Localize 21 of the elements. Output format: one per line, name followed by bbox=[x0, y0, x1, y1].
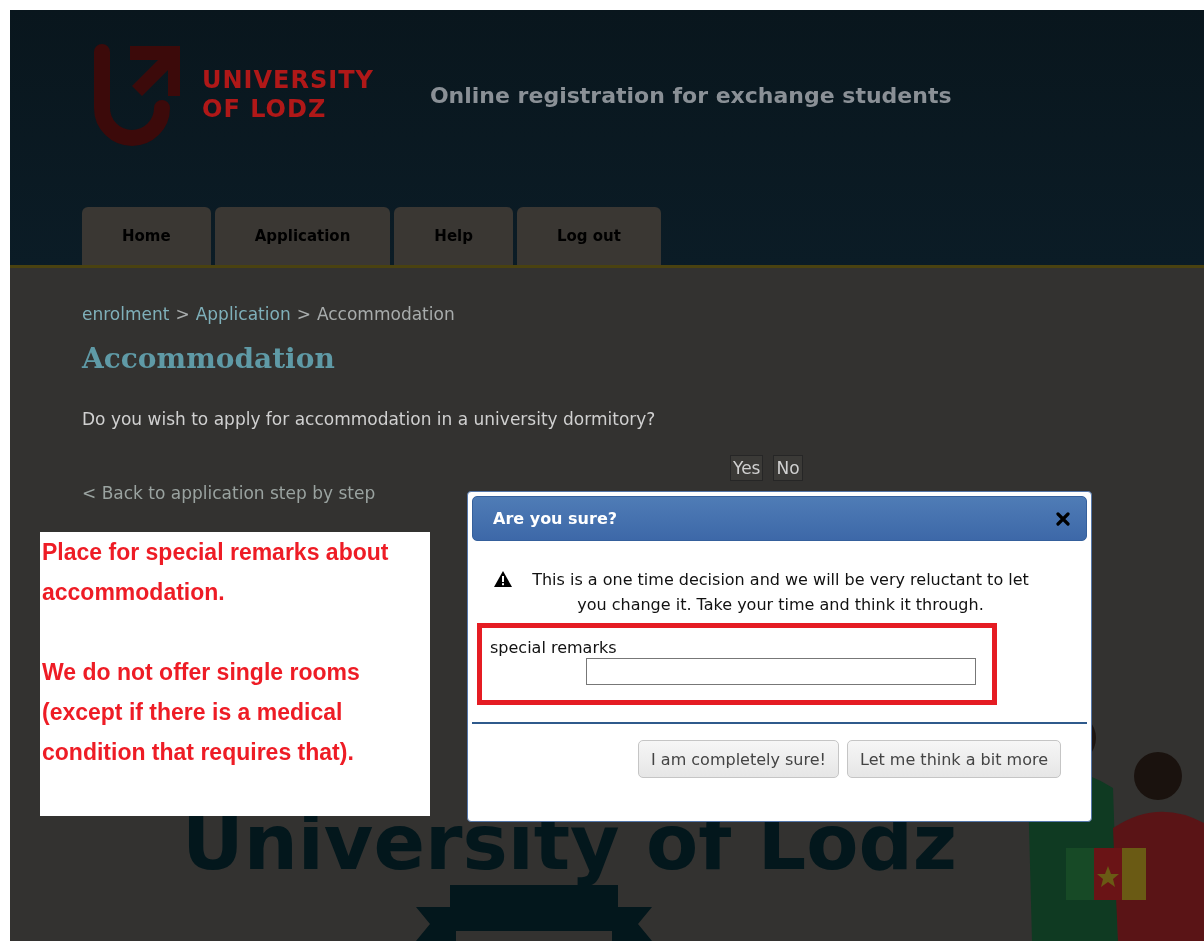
choice-button[interactable]: Yes bbox=[730, 455, 764, 481]
breadcrumb-separator: > bbox=[175, 304, 190, 324]
breadcrumb-current: Accommodation bbox=[316, 304, 455, 324]
cancel-button[interactable]: Let me think a bit more bbox=[847, 740, 1061, 778]
logo-text: UNIVERSITY OF LODZ bbox=[202, 66, 374, 124]
breadcrumb-separator: > bbox=[296, 304, 311, 324]
breadcrumb-link[interactable]: Application bbox=[195, 304, 291, 324]
page-heading: Accommodation bbox=[82, 342, 336, 375]
close-icon[interactable] bbox=[1056, 511, 1070, 526]
question-text: Do you wish to apply for accommodation in a university dormitory? bbox=[82, 409, 657, 429]
confirm-button[interactable]: I am completely sure! bbox=[638, 740, 839, 778]
field-label: special remarks bbox=[490, 638, 618, 657]
dialog-title: Are you sure? bbox=[493, 509, 617, 528]
annotation-note: Place for special remarks about accommodation. We do not offer single rooms (except if there is a medical condition that requires that). bbox=[40, 532, 430, 816]
breadcrumb-link[interactable]: enrolment bbox=[82, 304, 170, 324]
warning-icon bbox=[494, 571, 512, 587]
remarks-field[interactable] bbox=[586, 658, 976, 685]
choice-button[interactable]: No bbox=[773, 455, 803, 481]
site-title: Online registration for exchange students bbox=[429, 82, 952, 108]
ribbon-icon bbox=[416, 885, 652, 941]
warning-message: This is a one time decision and we will be very reluctant to let you change it. Take your time and think it through. bbox=[531, 569, 1030, 616]
